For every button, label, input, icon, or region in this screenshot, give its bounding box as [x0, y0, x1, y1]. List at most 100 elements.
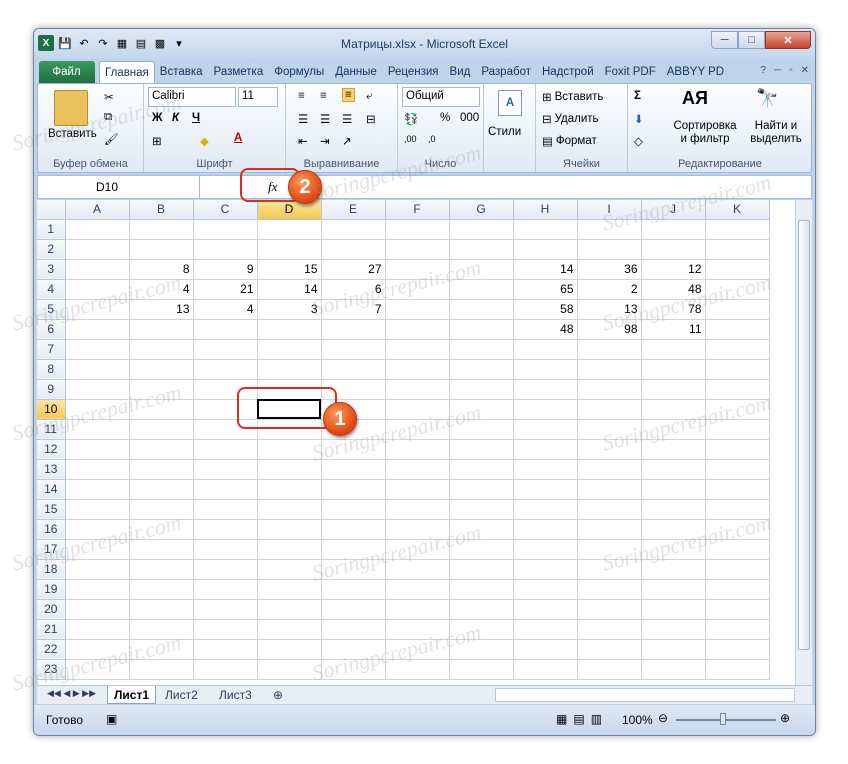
- cell-k14[interactable]: [705, 479, 770, 500]
- row-header[interactable]: 15: [37, 499, 66, 520]
- vertical-scrollbar[interactable]: [795, 200, 812, 685]
- cell-e1[interactable]: [321, 219, 386, 240]
- sort-filter-button[interactable]: Сортировка и фильтр: [670, 120, 740, 146]
- help-icon[interactable]: ?: [760, 65, 766, 76]
- cell-h15[interactable]: [513, 499, 578, 520]
- cell-k8[interactable]: [705, 359, 770, 380]
- currency-icon[interactable]: 💱: [404, 112, 418, 126]
- tab-developer[interactable]: Разработ: [476, 61, 537, 83]
- cell-g18[interactable]: [449, 559, 514, 580]
- cell-c15[interactable]: [193, 499, 258, 520]
- cell-b3[interactable]: 8: [129, 259, 194, 280]
- cell-h3[interactable]: 14: [513, 259, 578, 280]
- cell-j14[interactable]: [641, 479, 706, 500]
- cell-g5[interactable]: [449, 299, 514, 320]
- row-header[interactable]: 18: [37, 559, 66, 580]
- cell-h19[interactable]: [513, 579, 578, 600]
- cell-c23[interactable]: [193, 659, 258, 680]
- new-sheet-icon[interactable]: ⊕: [267, 686, 289, 704]
- cell-b9[interactable]: [129, 379, 194, 400]
- cell-d15[interactable]: [257, 499, 322, 520]
- format-cells-button[interactable]: ▤ Формат: [542, 134, 597, 148]
- cell-e6[interactable]: [321, 319, 386, 340]
- clear-icon[interactable]: ◇: [634, 134, 643, 148]
- cell-k12[interactable]: [705, 439, 770, 460]
- column-header-e[interactable]: E: [321, 200, 386, 220]
- cell-g10[interactable]: [449, 399, 514, 420]
- cell-c1[interactable]: [193, 219, 258, 240]
- cell-b7[interactable]: [129, 339, 194, 360]
- tab-file[interactable]: Файл: [39, 61, 95, 83]
- cell-j12[interactable]: [641, 439, 706, 460]
- orientation-icon[interactable]: ↗: [342, 134, 352, 148]
- cell-k1[interactable]: [705, 219, 770, 240]
- cell-e21[interactable]: [321, 619, 386, 640]
- ribbon-restore-icon[interactable]: ▫: [789, 65, 793, 76]
- cell-i19[interactable]: [577, 579, 642, 600]
- macro-record-icon[interactable]: ▣: [106, 712, 117, 726]
- cell-b12[interactable]: [129, 439, 194, 460]
- row-header[interactable]: 14: [37, 479, 66, 500]
- cell-c22[interactable]: [193, 639, 258, 660]
- delete-cells-button[interactable]: ⊟ Удалить: [542, 112, 599, 126]
- cell-j20[interactable]: [641, 599, 706, 620]
- cell-k22[interactable]: [705, 639, 770, 660]
- cell-e16[interactable]: [321, 519, 386, 540]
- cell-d17[interactable]: [257, 539, 322, 560]
- cell-c21[interactable]: [193, 619, 258, 640]
- column-header-c[interactable]: C: [193, 200, 258, 220]
- cell-j16[interactable]: [641, 519, 706, 540]
- cell-g16[interactable]: [449, 519, 514, 540]
- select-all-corner[interactable]: [37, 200, 66, 220]
- cell-e22[interactable]: [321, 639, 386, 660]
- cell-g12[interactable]: [449, 439, 514, 460]
- horizontal-scrollbar[interactable]: [495, 688, 795, 702]
- fill-color-icon[interactable]: ◆: [200, 134, 209, 148]
- row-header[interactable]: 19: [37, 579, 66, 600]
- cell-b4[interactable]: 4: [129, 279, 194, 300]
- cell-e20[interactable]: [321, 599, 386, 620]
- cell-d6[interactable]: [257, 319, 322, 340]
- cell-k16[interactable]: [705, 519, 770, 540]
- cell-d3[interactable]: 15: [257, 259, 322, 280]
- cell-k3[interactable]: [705, 259, 770, 280]
- cell-f15[interactable]: [385, 499, 450, 520]
- row-header[interactable]: 2: [37, 239, 66, 260]
- sheet-tab-1[interactable]: Лист1: [107, 686, 157, 704]
- cell-g13[interactable]: [449, 459, 514, 480]
- cell-a21[interactable]: [65, 619, 130, 640]
- cell-e2[interactable]: [321, 239, 386, 260]
- cell-j7[interactable]: [641, 339, 706, 360]
- cell-a13[interactable]: [65, 459, 130, 480]
- cut-icon[interactable]: ✂: [104, 90, 114, 104]
- styles-button[interactable]: Стили: [488, 126, 521, 138]
- cell-f1[interactable]: [385, 219, 450, 240]
- cell-h13[interactable]: [513, 459, 578, 480]
- cell-j18[interactable]: [641, 559, 706, 580]
- decrease-decimal-icon[interactable]: ,0: [428, 134, 436, 144]
- cell-g14[interactable]: [449, 479, 514, 500]
- cell-c4[interactable]: 21: [193, 279, 258, 300]
- cell-k19[interactable]: [705, 579, 770, 600]
- cell-e13[interactable]: [321, 459, 386, 480]
- tab-page-layout[interactable]: Разметка: [209, 61, 270, 83]
- name-box[interactable]: D10: [38, 176, 200, 198]
- cell-h23[interactable]: [513, 659, 578, 680]
- page-break-view-icon[interactable]: ▥: [591, 712, 602, 726]
- insert-cells-button[interactable]: ⊞ Вставить: [542, 90, 603, 104]
- cell-i3[interactable]: 36: [577, 259, 642, 280]
- paste-icon[interactable]: [54, 90, 88, 126]
- row-header[interactable]: 3: [37, 259, 66, 280]
- fill-icon[interactable]: ⬇: [634, 112, 644, 126]
- cell-a4[interactable]: [65, 279, 130, 300]
- cell-f18[interactable]: [385, 559, 450, 580]
- cell-c5[interactable]: 4: [193, 299, 258, 320]
- cell-j6[interactable]: 11: [641, 319, 706, 340]
- cell-j3[interactable]: 12: [641, 259, 706, 280]
- cell-j9[interactable]: [641, 379, 706, 400]
- cell-f9[interactable]: [385, 379, 450, 400]
- cell-e8[interactable]: [321, 359, 386, 380]
- cell-a19[interactable]: [65, 579, 130, 600]
- cell-f16[interactable]: [385, 519, 450, 540]
- cell-e7[interactable]: [321, 339, 386, 360]
